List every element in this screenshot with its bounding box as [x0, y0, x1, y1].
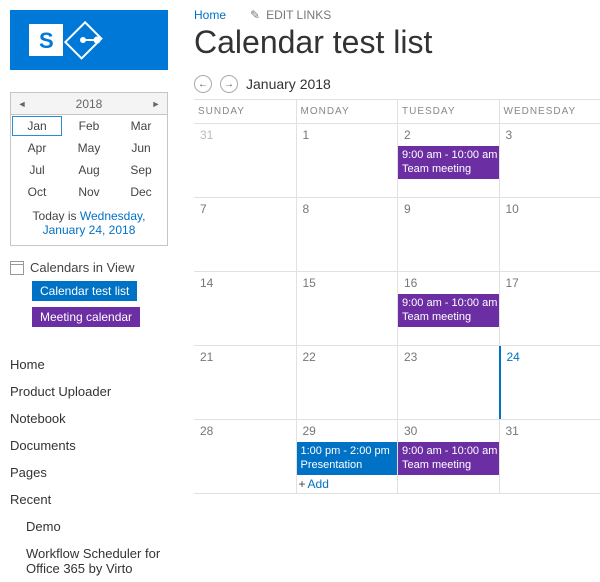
day-header: WEDNESDAY — [499, 100, 600, 123]
day-number: 31 — [194, 124, 296, 146]
day-number: 8 — [297, 198, 398, 220]
nav-item[interactable]: Home — [10, 351, 180, 378]
calendar-tag[interactable]: Calendar test list — [32, 281, 137, 301]
day-number: 15 — [297, 272, 398, 294]
calendar-event[interactable]: 9:00 am - 10:00 amTeam meeting — [398, 294, 499, 327]
calendar-tag[interactable]: Meeting calendar — [32, 307, 140, 327]
calendar-day[interactable]: 1 — [296, 124, 398, 197]
datepicker-month-jun[interactable]: Jun — [115, 137, 167, 159]
day-number: 3 — [500, 124, 600, 146]
month-label: January 2018 — [246, 76, 331, 92]
day-number: 28 — [194, 420, 296, 442]
calendar-day[interactable]: 291:00 pm - 2:00 pmPresentation +Add — [296, 420, 398, 493]
calendar-day[interactable]: 169:00 am - 10:00 amTeam meeting — [397, 272, 499, 345]
calendar-day[interactable]: 31 — [499, 420, 600, 493]
plus-icon: + — [299, 477, 306, 491]
calendar-day[interactable]: 29:00 am - 10:00 amTeam meeting — [397, 124, 499, 197]
datepicker-prev[interactable]: ◄ — [11, 93, 33, 115]
sharepoint-logo[interactable]: S — [10, 10, 168, 70]
calendar-day[interactable]: 7 — [194, 198, 296, 271]
nav-item[interactable]: Documents — [10, 432, 180, 459]
mini-datepicker: ◄ 2018 ► JanFebMar AprMayJun JulAugSep OctN… — [10, 92, 168, 246]
nav-subitem[interactable]: Workflow Scheduler for Office 365 by Vir… — [10, 540, 180, 582]
day-header: MONDAY — [296, 100, 398, 123]
nav-item[interactable]: Recent — [10, 486, 180, 513]
datepicker-month-nov[interactable]: Nov — [63, 181, 115, 203]
day-number: 29 — [297, 420, 398, 442]
datepicker-month-apr[interactable]: Apr — [11, 137, 63, 159]
nav-item[interactable]: Product Uploader — [10, 378, 180, 405]
datepicker-today: Today is Wednesday, January 24, 2018 — [11, 203, 167, 245]
day-number: 1 — [297, 124, 398, 146]
nav-item[interactable]: Notebook — [10, 405, 180, 432]
day-number: 16 — [398, 272, 499, 294]
datepicker-month-dec[interactable]: Dec — [115, 181, 167, 203]
day-number: 9 — [398, 198, 499, 220]
day-number: 7 — [194, 198, 296, 220]
add-event-link[interactable]: +Add — [299, 477, 329, 491]
calendar-day[interactable]: 31 — [194, 124, 296, 197]
datepicker-month-oct[interactable]: Oct — [11, 181, 63, 203]
month-prev[interactable]: ← — [194, 75, 212, 93]
pencil-icon: ✎ — [250, 8, 260, 22]
datepicker-month-jan[interactable]: Jan — [11, 115, 63, 137]
day-number: 14 — [194, 272, 296, 294]
datepicker-month-sep[interactable]: Sep — [115, 159, 167, 181]
calendar-day[interactable]: 23 — [397, 346, 499, 419]
calendar-icon — [10, 261, 24, 275]
page-title: Calendar test list — [194, 24, 600, 61]
datepicker-month-feb[interactable]: Feb — [63, 115, 115, 137]
calendar-day[interactable]: 17 — [499, 272, 600, 345]
datepicker-month-aug[interactable]: Aug — [63, 159, 115, 181]
calendar-day[interactable]: 15 — [296, 272, 398, 345]
nav-subitem[interactable]: Demo — [10, 513, 180, 540]
calendar-day[interactable]: 21 — [194, 346, 296, 419]
datepicker-month-may[interactable]: May — [63, 137, 115, 159]
calendar-event[interactable]: 1:00 pm - 2:00 pmPresentation — [297, 442, 398, 475]
datepicker-year[interactable]: 2018 — [76, 97, 103, 111]
day-header: SUNDAY — [194, 100, 296, 123]
calendar-day[interactable]: 24 — [499, 346, 600, 419]
datepicker-month-mar[interactable]: Mar — [115, 115, 167, 137]
calendar-event[interactable]: 9:00 am - 10:00 amTeam meeting — [398, 442, 499, 475]
calendar-day[interactable]: 8 — [296, 198, 398, 271]
calendar-day[interactable]: 28 — [194, 420, 296, 493]
day-number: 31 — [500, 420, 600, 442]
calendar-day[interactable]: 3 — [499, 124, 600, 197]
datepicker-month-jul[interactable]: Jul — [11, 159, 63, 181]
calendar-day[interactable]: 9 — [397, 198, 499, 271]
calendar-day[interactable]: 22 — [296, 346, 398, 419]
calendar-day[interactable]: 309:00 am - 10:00 amTeam meeting — [397, 420, 499, 493]
breadcrumb-home[interactable]: Home — [194, 8, 226, 22]
month-next[interactable]: → — [220, 75, 238, 93]
day-number: 2 — [398, 124, 499, 146]
day-number: 21 — [194, 346, 296, 368]
day-number: 30 — [398, 420, 499, 442]
day-number: 10 — [500, 198, 600, 220]
edit-links[interactable]: ✎ EDIT LINKS — [250, 8, 331, 22]
calendars-in-view-title: Calendars in View — [30, 260, 135, 275]
day-number: 23 — [398, 346, 499, 368]
calendar-day[interactable]: 10 — [499, 198, 600, 271]
svg-text:S: S — [39, 28, 54, 53]
day-number: 22 — [297, 346, 398, 368]
calendar-day[interactable]: 14 — [194, 272, 296, 345]
nav-item[interactable]: Pages — [10, 459, 180, 486]
datepicker-next[interactable]: ► — [145, 93, 167, 115]
day-number: 17 — [500, 272, 600, 294]
sharepoint-logo-icon: S — [29, 20, 149, 60]
day-header: TUESDAY — [397, 100, 499, 123]
calendar-event[interactable]: 9:00 am - 10:00 amTeam meeting — [398, 146, 499, 179]
day-number: 24 — [501, 346, 600, 368]
